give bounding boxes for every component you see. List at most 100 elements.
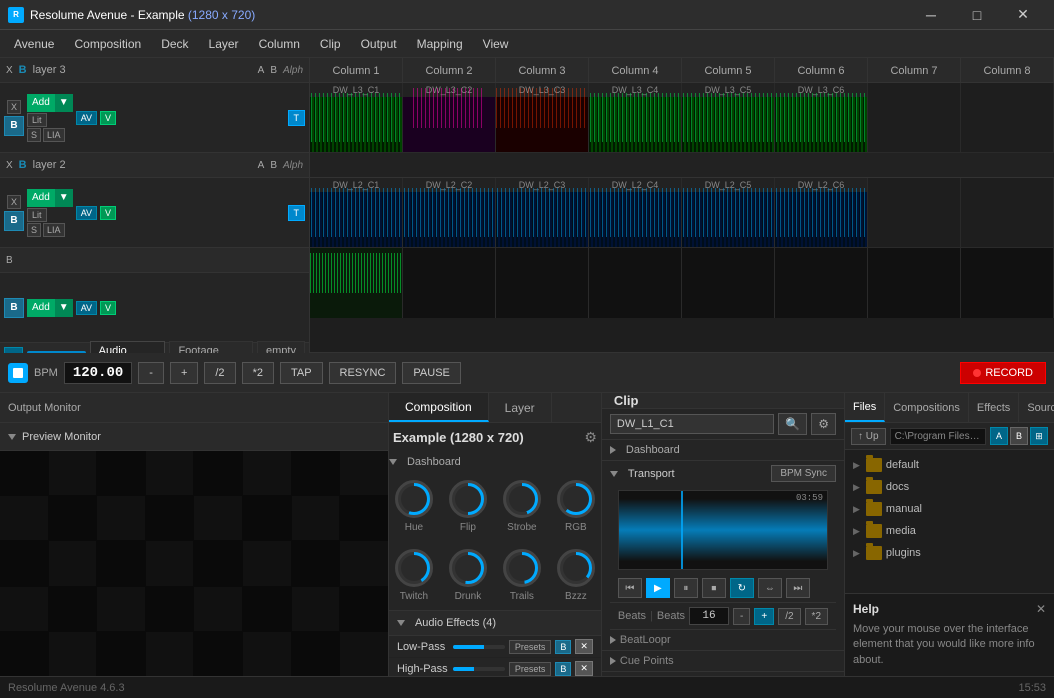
layer2-add-button[interactable]: Add — [27, 189, 55, 207]
clip-l1-c3[interactable] — [496, 248, 589, 318]
preview-monitor-header[interactable]: Preview Monitor — [0, 423, 388, 451]
record-button[interactable]: RECORD — [960, 362, 1046, 384]
layer3-add-button[interactable]: Add — [27, 94, 55, 112]
layer3-add-arrow[interactable]: ▼ — [55, 94, 73, 112]
menu-composition[interactable]: Composition — [64, 33, 151, 55]
bpm-div2-button[interactable]: /2 — [204, 362, 235, 384]
layer2-add-arrow[interactable]: ▼ — [55, 189, 73, 207]
tab-sources[interactable]: Sources — [1019, 393, 1054, 422]
tab-composition[interactable]: Composition — [389, 393, 489, 422]
clip-l3-c4[interactable]: DW_L3_C4 — [589, 83, 682, 152]
clip-name-input[interactable] — [610, 414, 774, 434]
clip-dashboard-header[interactable]: Dashboard — [602, 440, 844, 460]
effect-high-pass-bar[interactable] — [453, 667, 505, 671]
maximize-button[interactable]: □ — [954, 0, 1000, 30]
col-header-7[interactable]: Column 7 — [868, 58, 961, 83]
clip-l3-c6[interactable]: DW_L3_C6 — [775, 83, 868, 152]
layer3-x-button[interactable]: X — [7, 100, 21, 114]
skip-back-button[interactable]: ⏮ — [618, 578, 642, 598]
cue-points-section[interactable]: Cue Points — [602, 651, 844, 672]
layer-bottom-v-button[interactable]: V — [100, 301, 116, 315]
effect-low-pass-presets[interactable]: Presets — [509, 640, 552, 654]
layer2-av-button[interactable]: AV — [76, 206, 97, 220]
knob-drunk-control[interactable] — [449, 549, 487, 587]
effect-high-pass-x[interactable]: ✕ — [575, 661, 593, 676]
effect-low-pass-b[interactable]: B — [555, 640, 571, 654]
folder-plugins[interactable]: ▶ plugins — [845, 542, 1054, 564]
x-btn-l2[interactable]: X — [6, 160, 13, 171]
clip-l1-c7[interactable] — [868, 248, 961, 318]
close-button[interactable]: ✕ — [1000, 0, 1046, 30]
knob-bzzz-control[interactable] — [557, 549, 595, 587]
tab-files[interactable]: Files — [845, 393, 885, 422]
beats-minus-button[interactable]: - — [733, 608, 750, 625]
b-btn-l2[interactable]: B — [19, 159, 27, 171]
knob-flip-control[interactable] — [449, 480, 487, 518]
clip-l3-c1[interactable]: DW_L3_C1 — [310, 83, 403, 152]
beats-mult2-button[interactable]: *2 — [805, 608, 828, 625]
clip-l3-c5[interactable]: DW_L3_C5 — [682, 83, 775, 152]
clip-l1-c6[interactable] — [775, 248, 868, 318]
layer3-s-button[interactable]: S — [27, 128, 41, 142]
dashboard-section-header[interactable]: Dashboard — [389, 452, 601, 472]
clip-l1-c5[interactable] — [682, 248, 775, 318]
minimize-button[interactable]: ─ — [908, 0, 954, 30]
clip-l1-c2[interactable] — [403, 248, 496, 318]
view-btn-grid[interactable]: ⊞ — [1030, 427, 1048, 445]
clip-l2-c3[interactable]: DW_L2_C3 — [496, 178, 589, 247]
knob-rgb-control[interactable] — [557, 480, 595, 518]
beats-input[interactable] — [689, 607, 729, 625]
knob-twitch-control[interactable] — [395, 549, 433, 587]
layer-bottom-b-button[interactable]: B — [4, 298, 24, 318]
view-btn-a[interactable]: A — [990, 427, 1008, 445]
beats-div2-button[interactable]: /2 — [778, 608, 800, 625]
layer2-t-button[interactable]: T — [288, 205, 306, 221]
beats-plus-button[interactable]: + — [754, 608, 774, 625]
layer2-b-button[interactable]: B — [4, 211, 24, 231]
layer3-lia-button[interactable]: LIA — [43, 128, 65, 142]
menu-avenue[interactable]: Avenue — [4, 33, 64, 55]
menu-clip[interactable]: Clip — [310, 33, 351, 55]
layer3-lit-button[interactable]: Lit — [27, 113, 47, 127]
col-header-6[interactable]: Column 6 — [775, 58, 868, 83]
clip-l1-c4[interactable] — [589, 248, 682, 318]
audio-section[interactable]: Audio: DW_L1_C1.wav — [602, 672, 844, 676]
b-btn-l3[interactable]: B — [19, 64, 27, 76]
loop-button[interactable]: ↻ — [730, 578, 754, 598]
layer2-lia-button[interactable]: LIA — [43, 223, 65, 237]
effect-high-pass-presets[interactable]: Presets — [509, 662, 552, 676]
tab-layer[interactable]: Layer — [489, 393, 552, 422]
bpm-display[interactable]: 120.00 — [64, 362, 132, 384]
x-btn-l3[interactable]: X — [6, 65, 13, 76]
folder-manual[interactable]: ▶ manual — [845, 498, 1054, 520]
knob-hue-control[interactable] — [395, 480, 433, 518]
play-button[interactable]: ▶ — [646, 578, 670, 598]
menu-layer[interactable]: Layer — [199, 33, 249, 55]
view-btn-b[interactable]: B — [1010, 427, 1028, 445]
clip-l2-c5[interactable]: DW_L2_C5 — [682, 178, 775, 247]
clip-l2-c7[interactable] — [868, 178, 961, 247]
effect-high-pass-b[interactable]: B — [555, 662, 571, 676]
up-button[interactable]: ↑ Up — [851, 428, 886, 445]
b-btn-bottom[interactable]: B — [6, 255, 13, 266]
menu-output[interactable]: Output — [351, 33, 407, 55]
help-close-button[interactable]: ✕ — [1036, 602, 1046, 616]
effect-low-pass-bar[interactable] — [453, 645, 505, 649]
clip-l2-c4[interactable]: DW_L2_C4 — [589, 178, 682, 247]
clip-l2-c6[interactable]: DW_L2_C6 — [775, 178, 868, 247]
clip-l3-c8[interactable] — [961, 83, 1054, 152]
clip-l3-c2[interactable]: DW_L3_C2 — [403, 83, 496, 152]
clip-settings-button[interactable]: ⚙ — [811, 413, 836, 435]
layer-bottom-add-arrow[interactable]: ▼ — [55, 299, 73, 317]
clip-l1-c1[interactable] — [310, 248, 403, 318]
col-header-8[interactable]: Column 8 — [961, 58, 1054, 83]
layer3-av-button[interactable]: AV — [76, 111, 97, 125]
knob-trails-control[interactable] — [503, 549, 541, 587]
pause-ctrl-button[interactable]: ⏸ — [674, 578, 698, 598]
layer3-v-button[interactable]: V — [100, 111, 116, 125]
folder-media[interactable]: ▶ media — [845, 520, 1054, 542]
col-header-3[interactable]: Column 3 — [496, 58, 589, 83]
layer2-v-button[interactable]: V — [100, 206, 116, 220]
col-header-5[interactable]: Column 5 — [682, 58, 775, 83]
audio-effects-header[interactable]: Audio Effects (4) — [389, 610, 601, 636]
